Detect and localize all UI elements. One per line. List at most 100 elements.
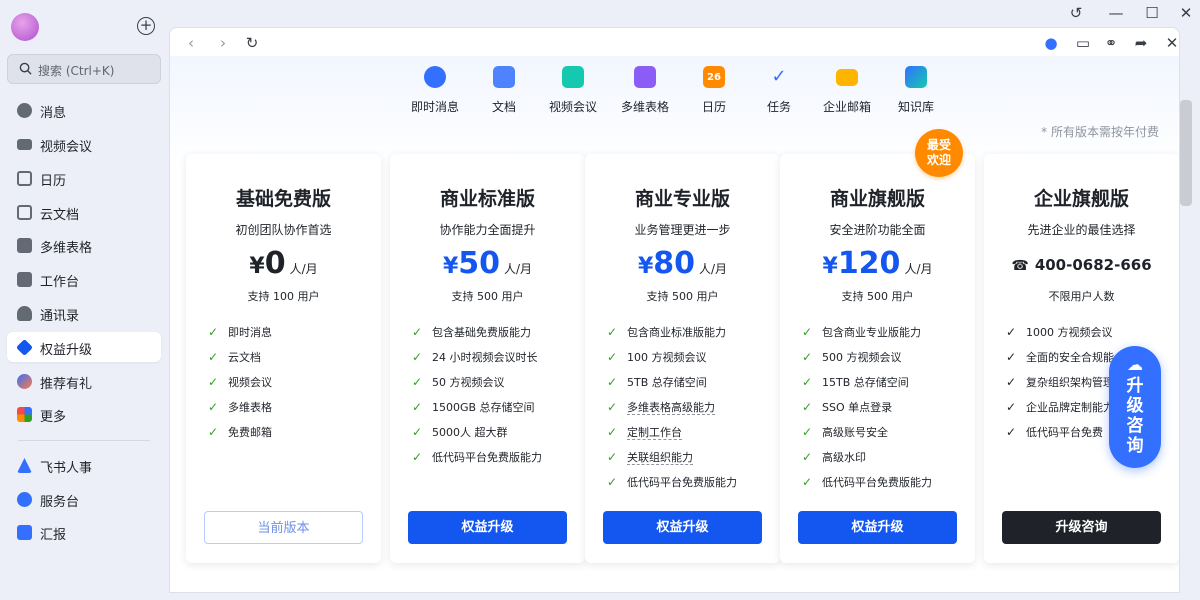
feature-messaging: 即时消息 [400, 66, 470, 115]
list-item: ✓ 低代码平台免费版能力 [412, 450, 542, 464]
sidebar-item-base[interactable]: 多维表格 [7, 230, 161, 260]
sidebar-app-report[interactable]: 汇报 [7, 517, 161, 547]
chat-icon[interactable]: ● [1042, 34, 1060, 52]
plan-users: 支持 500 用户 [841, 290, 914, 303]
forward-icon[interactable]: › [214, 34, 232, 52]
check-icon: ✓ [802, 375, 813, 389]
list-item[interactable]: ✓ 多维表格高级能力 [607, 399, 737, 424]
list-item[interactable]: ✓ 关联组织能力 [607, 449, 737, 474]
vertical-scrollbar[interactable] [1180, 100, 1192, 206]
video-meeting-icon [562, 66, 584, 88]
minimize-icon[interactable]: — [1106, 4, 1126, 22]
refresh-icon[interactable]: ↻ [243, 34, 261, 52]
plan-price: ¥0 人/月 [186, 246, 381, 281]
workspace-icon [17, 272, 32, 287]
check-icon: ✓ [208, 375, 219, 389]
base-icon [634, 66, 656, 88]
sidebar-item-docs[interactable]: 云文档 [7, 197, 161, 227]
messaging-icon [424, 66, 446, 88]
user-avatar[interactable] [11, 13, 39, 41]
sidebar-item-messages[interactable]: 消息 [7, 95, 161, 125]
window-icon[interactable]: ▭ [1074, 34, 1092, 52]
sidebar-item-label: 多维表格 [40, 241, 93, 256]
back-icon[interactable]: ‹ [182, 34, 200, 52]
check-icon: ✓ [607, 350, 618, 364]
sidebar-item-label: 通讯录 [40, 309, 80, 324]
maximize-icon[interactable]: ☐ [1142, 4, 1162, 22]
sidebar-app-helpdesk[interactable]: 服务台 [7, 484, 161, 514]
search-placeholder: 搜索 (Ctrl+K) [38, 64, 115, 78]
sidebar-item-label: 权益升级 [40, 343, 93, 358]
sidebar-item-video[interactable]: 视频会议 [7, 129, 161, 159]
upgrade-consult-float[interactable]: ☁ 升 级 咨 询 [1109, 346, 1161, 468]
check-icon: ✓ [802, 475, 813, 489]
create-plus-button[interactable]: + [137, 17, 155, 35]
consult-label: 升 级 咨 询 [1126, 376, 1144, 456]
check-icon: ✓ [412, 400, 423, 414]
current-plan-button[interactable]: 当前版本 [204, 511, 363, 544]
price-unit: 人/月 [904, 262, 933, 276]
plan-subtitle: 安全进阶功能全面 [829, 223, 926, 237]
sidebar-item-label: 日历 [40, 174, 67, 189]
list-item: ✓ 企业品牌定制能力 [1006, 400, 1114, 414]
currency-symbol: ¥ [442, 254, 459, 279]
check-icon: ✓ [607, 425, 618, 439]
feature-docs: 文档 [469, 66, 539, 115]
sidebar-item-workspace[interactable]: 工作台 [7, 264, 161, 294]
check-icon: ✓ [607, 400, 618, 414]
upgrade-button[interactable]: 权益升级 [798, 511, 957, 544]
check-icon: ✓ [412, 350, 423, 364]
sidebar-item-calendar[interactable]: 日历 [7, 163, 161, 193]
plan-subtitle: 先进企业的最佳选择 [1027, 223, 1136, 237]
check-icon: ✓ [607, 450, 618, 464]
feature-label: 企业邮箱 [822, 100, 871, 114]
list-item: ✓ 100 方视频会议 [607, 350, 707, 364]
table-icon [17, 238, 32, 253]
sidebar-item-label: 汇报 [40, 528, 67, 543]
sidebar-item-more[interactable]: 更多 [7, 399, 161, 429]
check-icon: ✓ [208, 350, 219, 364]
sidebar-item-contacts[interactable]: 通讯录 [7, 298, 161, 328]
upgrade-button[interactable]: 权益升级 [408, 511, 567, 544]
plan-name: 商业标准版 [439, 188, 535, 210]
calendar-app-icon: 26 [703, 66, 725, 88]
check-icon: ✓ [802, 325, 813, 339]
check-icon: ✓ [802, 400, 813, 414]
chat-bubble-icon [17, 103, 32, 118]
plan-users: 支持 500 用户 [646, 290, 719, 303]
list-item: ✓ 50 方视频会议 [412, 375, 505, 389]
check-icon: ✓ [412, 425, 423, 439]
share-icon[interactable]: ➦ [1132, 34, 1150, 52]
price-unit: 人/月 [289, 262, 318, 276]
check-icon: ✓ [208, 325, 219, 339]
badge-line: 欢迎 [926, 153, 951, 167]
feature-label: 多维表格 [620, 100, 669, 114]
plan-subtitle: 协作能力全面提升 [439, 223, 536, 237]
upgrade-button[interactable]: 权益升级 [603, 511, 762, 544]
list-item: ✓ 全面的安全合规能 [1006, 350, 1114, 364]
sidebar-app-hr[interactable]: 飞书人事 [7, 450, 161, 480]
price-value: 120 [837, 246, 901, 281]
plan-contact: ☎ 400-0682-666 [984, 255, 1179, 274]
link-icon[interactable]: ⚭ [1102, 34, 1120, 52]
payment-note: * 所有版本需按年付费 [1041, 125, 1159, 139]
list-item: ✓ 5000人 超大群 [412, 425, 508, 439]
cloud-doc-icon [17, 205, 32, 220]
list-item: ✓ 500 方视频会议 [802, 350, 902, 364]
plan-card-free: 基础免费版 初创团队协作首选 ¥0 人/月 支持 100 用户 ✓ 即时消息 ✓ 云文… [186, 154, 381, 563]
diamond-icon [16, 339, 33, 356]
close-tab-icon[interactable]: ✕ [1163, 34, 1179, 52]
feature-label: 即时消息 [410, 100, 459, 114]
feature-label: 知识库 [897, 100, 934, 114]
plan-name: 商业旗舰版 [829, 188, 925, 210]
sidebar-item-referral[interactable]: 推荐有礼 [7, 366, 161, 396]
more-apps-icon [17, 407, 32, 422]
sidebar-item-upgrade[interactable]: 权益升级 [7, 332, 161, 362]
search-input[interactable]: 搜索 (Ctrl+K) [7, 54, 161, 84]
consult-button[interactable]: 升级咨询 [1002, 511, 1161, 544]
plan-card-pro: 商业专业版 业务管理更进一步 ¥80 人/月 支持 500 用户 ✓ 包含商业标准版… [585, 154, 780, 563]
history-icon[interactable]: ↺ [1066, 4, 1086, 22]
list-item[interactable]: ✓ 定制工作台 [607, 424, 737, 449]
close-window-icon[interactable]: ✕ [1176, 4, 1196, 22]
feature-list: ✓ 即时消息 ✓ 云文档 ✓ 视频会议 ✓ 多维表格 ✓ 免费邮箱 [208, 324, 272, 449]
